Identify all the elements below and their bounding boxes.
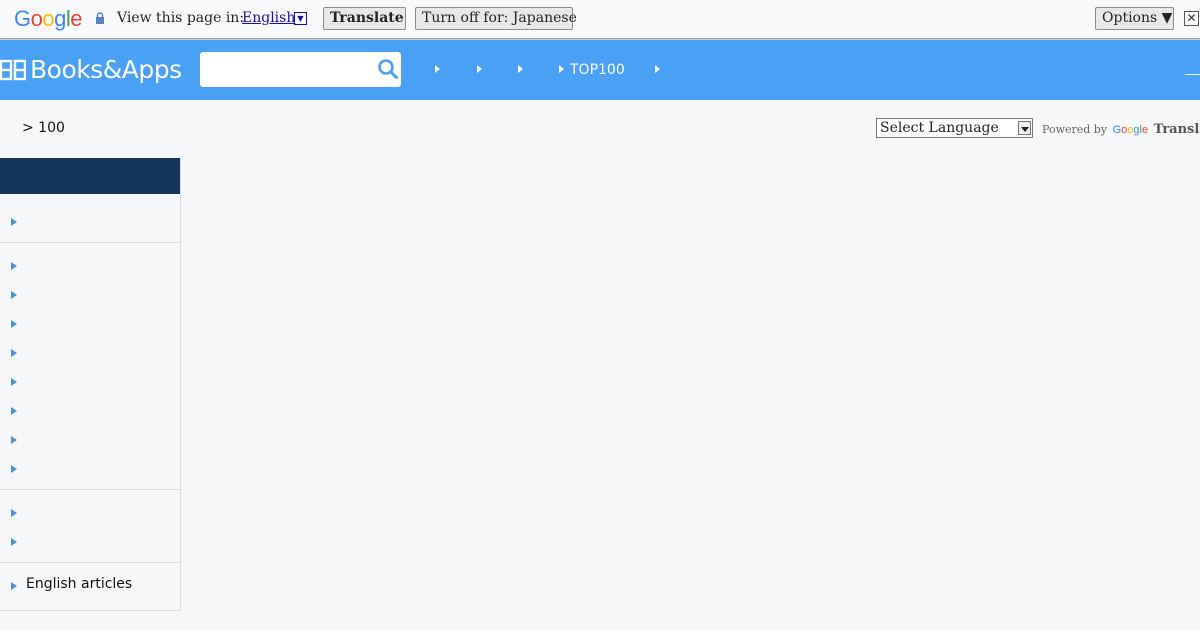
sidebar-divider [0, 242, 180, 243]
nav-arrow-icon [477, 65, 482, 73]
lock-icon [96, 12, 104, 24]
chevron-down-icon [1018, 121, 1031, 135]
search-input[interactable] [206, 56, 366, 83]
caret-right-icon [11, 509, 17, 517]
book-logo-icon [0, 59, 26, 81]
sidebar-item-6[interactable] [0, 368, 180, 397]
nav-item-top100[interactable]: TOP100 [559, 60, 625, 80]
sidebar-item-1[interactable] [0, 208, 180, 237]
google-logo: Google [14, 6, 83, 31]
sidebar-item-8[interactable] [0, 426, 180, 455]
sidebar-item-5[interactable] [0, 339, 180, 368]
sidebar-item-9[interactable] [0, 455, 180, 484]
sidebar-item-english-articles[interactable]: English articles [0, 572, 180, 601]
header-menu-dash[interactable] [1185, 74, 1200, 75]
translate-prompt: View this page in: [117, 10, 245, 26]
caret-right-icon [11, 407, 17, 415]
powered-translate-text: Translate [1153, 122, 1200, 137]
close-icon[interactable]: ✕ [1184, 11, 1199, 26]
nav-arrow-icon [518, 65, 523, 73]
search-icon[interactable] [377, 58, 399, 80]
turn-off-translate-button[interactable]: Turn off for: Japanese [415, 7, 577, 30]
caret-right-icon [11, 320, 17, 328]
caret-right-icon [11, 582, 17, 590]
breadcrumb: > 100 [22, 120, 65, 136]
caret-right-icon [11, 465, 17, 473]
sidebar-divider [0, 562, 180, 563]
language-dropdown-icon[interactable]: ▼ [294, 12, 307, 25]
caret-right-icon [11, 291, 17, 299]
nav-item-3[interactable] [518, 60, 529, 80]
powered-by-google-translate: Powered by Google Translate [1042, 122, 1200, 137]
powered-by-text: Powered by [1042, 123, 1108, 136]
search-box [200, 52, 401, 87]
sidebar: English articles [0, 158, 181, 611]
caret-right-icon [11, 218, 17, 226]
powered-google-logo: Google [1112, 124, 1149, 136]
caret-right-icon [11, 538, 17, 546]
select-language-label: Select Language [880, 120, 999, 136]
sidebar-item-11[interactable] [0, 528, 180, 557]
sidebar-item-10[interactable] [0, 499, 180, 528]
sidebar-header [0, 158, 180, 194]
nav-arrow-icon [559, 65, 564, 73]
google-translate-bar: Google View this page in: English ▼ Tran… [0, 0, 1200, 39]
caret-right-icon [11, 378, 17, 386]
sidebar-divider [0, 489, 180, 490]
site-header: Books&Apps TOP100 [0, 40, 1200, 100]
select-language-dropdown[interactable]: Select Language [876, 118, 1033, 138]
caret-right-icon [11, 349, 17, 357]
nav-item-2[interactable] [477, 60, 488, 80]
caret-right-icon [11, 262, 17, 270]
caret-right-icon [11, 436, 17, 444]
nav-arrow-icon [435, 65, 440, 73]
sidebar-item-4[interactable] [0, 310, 180, 339]
options-button[interactable]: Options ▼ [1095, 7, 1174, 30]
translate-language-link[interactable]: English [242, 10, 295, 26]
sidebar-item-7[interactable] [0, 397, 180, 426]
sidebar-item-2[interactable] [0, 252, 180, 281]
site-logo-text: Books&Apps [30, 55, 182, 84]
nav-item-5[interactable] [655, 60, 666, 80]
nav-item-1[interactable] [435, 60, 446, 80]
nav-arrow-icon [655, 65, 660, 73]
translate-button[interactable]: Translate [323, 7, 406, 30]
sidebar-item-3[interactable] [0, 281, 180, 310]
